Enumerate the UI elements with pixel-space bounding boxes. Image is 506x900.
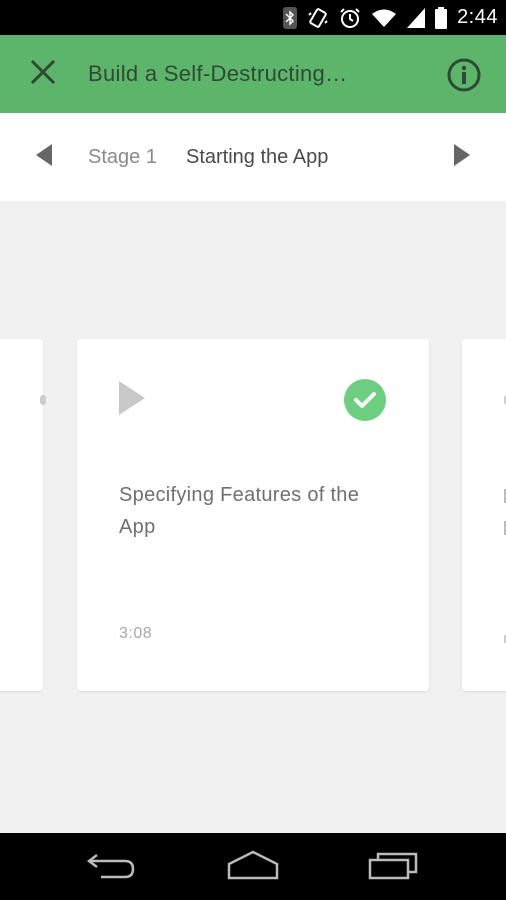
status-clock: 2:44 — [457, 6, 498, 28]
signal-icon — [407, 7, 426, 28]
close-button[interactable] — [22, 53, 64, 95]
home-icon — [225, 850, 281, 885]
home-button[interactable] — [223, 849, 283, 885]
video-carousel[interactable]: Specifying Features of the App 3:08 — [0, 201, 506, 833]
video-card[interactable]: Specifying Features of the App 3:08 — [77, 339, 429, 691]
status-icons: 2:44 — [283, 0, 498, 35]
wifi-icon — [371, 8, 397, 28]
next-video-card[interactable] — [462, 339, 506, 691]
recents-icon — [368, 850, 420, 885]
chevron-left-icon — [36, 143, 52, 171]
recents-button[interactable] — [364, 849, 424, 885]
next-stage-button[interactable] — [448, 143, 476, 171]
info-button[interactable] — [446, 57, 482, 93]
battery-icon — [435, 6, 448, 29]
system-nav-bar — [0, 833, 506, 900]
bluetooth-icon — [283, 6, 298, 29]
info-icon — [446, 58, 482, 97]
stage-name: Starting the App — [186, 146, 329, 168]
stage-number: Stage 1 — [88, 146, 157, 168]
alarm-icon — [339, 7, 361, 29]
app-bar: Build a Self-Destructing… — [0, 35, 506, 113]
back-button[interactable] — [82, 849, 142, 885]
status-bar: 2:44 — [0, 0, 506, 35]
video-title: Specifying Features of the App — [119, 484, 360, 538]
play-icon[interactable] — [119, 381, 145, 420]
check-circle-icon — [344, 379, 386, 421]
back-icon — [86, 851, 137, 884]
stage-bar: Stage 1 Starting the App — [0, 113, 506, 201]
card-edge-marker — [40, 395, 46, 405]
previous-stage-button[interactable] — [30, 143, 58, 171]
chevron-right-icon — [454, 143, 470, 171]
previous-video-card[interactable] — [0, 339, 46, 691]
close-icon — [30, 59, 56, 89]
video-duration: 3:08 — [119, 625, 153, 642]
vibrate-icon — [307, 7, 329, 29]
app-title: Build a Self-Destructing… — [88, 61, 348, 86]
